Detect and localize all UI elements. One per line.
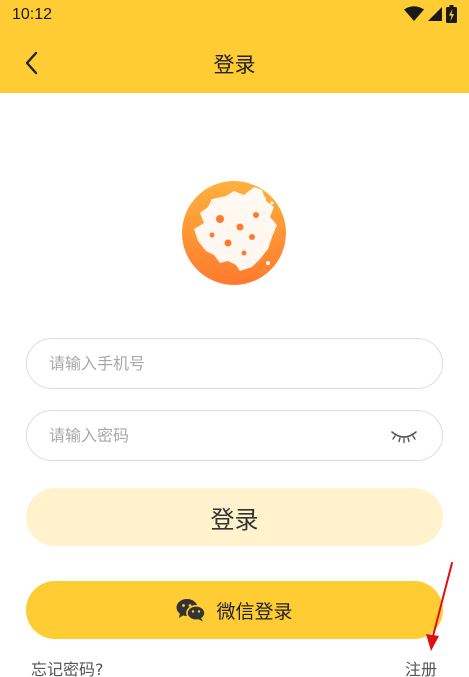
china-map-logo-icon xyxy=(182,181,286,285)
nav-bar: 登录 xyxy=(0,32,469,93)
wechat-login-label: 微信登录 xyxy=(216,600,293,623)
wechat-icon xyxy=(176,599,207,622)
forgot-password-link[interactable]: 忘记密码? xyxy=(31,656,104,677)
app-header: 10:12 登录 xyxy=(0,0,469,93)
page-title: 登录 xyxy=(213,53,256,77)
login-button-label: 登录 xyxy=(210,505,259,534)
status-icons xyxy=(404,5,457,23)
password-input-container xyxy=(26,410,443,461)
status-bar: 10:12 xyxy=(0,0,469,32)
wechat-login-button[interactable]: 微信登录 xyxy=(26,581,443,639)
login-button[interactable]: 登录 xyxy=(26,488,443,546)
phone-input[interactable] xyxy=(49,339,389,388)
register-link[interactable]: 注册 xyxy=(405,656,437,677)
phone-input-container xyxy=(26,338,443,389)
signal-icon xyxy=(428,7,442,21)
wifi-icon xyxy=(404,6,424,21)
battery-icon xyxy=(446,5,457,23)
password-input[interactable] xyxy=(49,411,389,460)
status-time: 10:12 xyxy=(12,6,53,23)
eye-closed-icon[interactable] xyxy=(390,428,418,444)
